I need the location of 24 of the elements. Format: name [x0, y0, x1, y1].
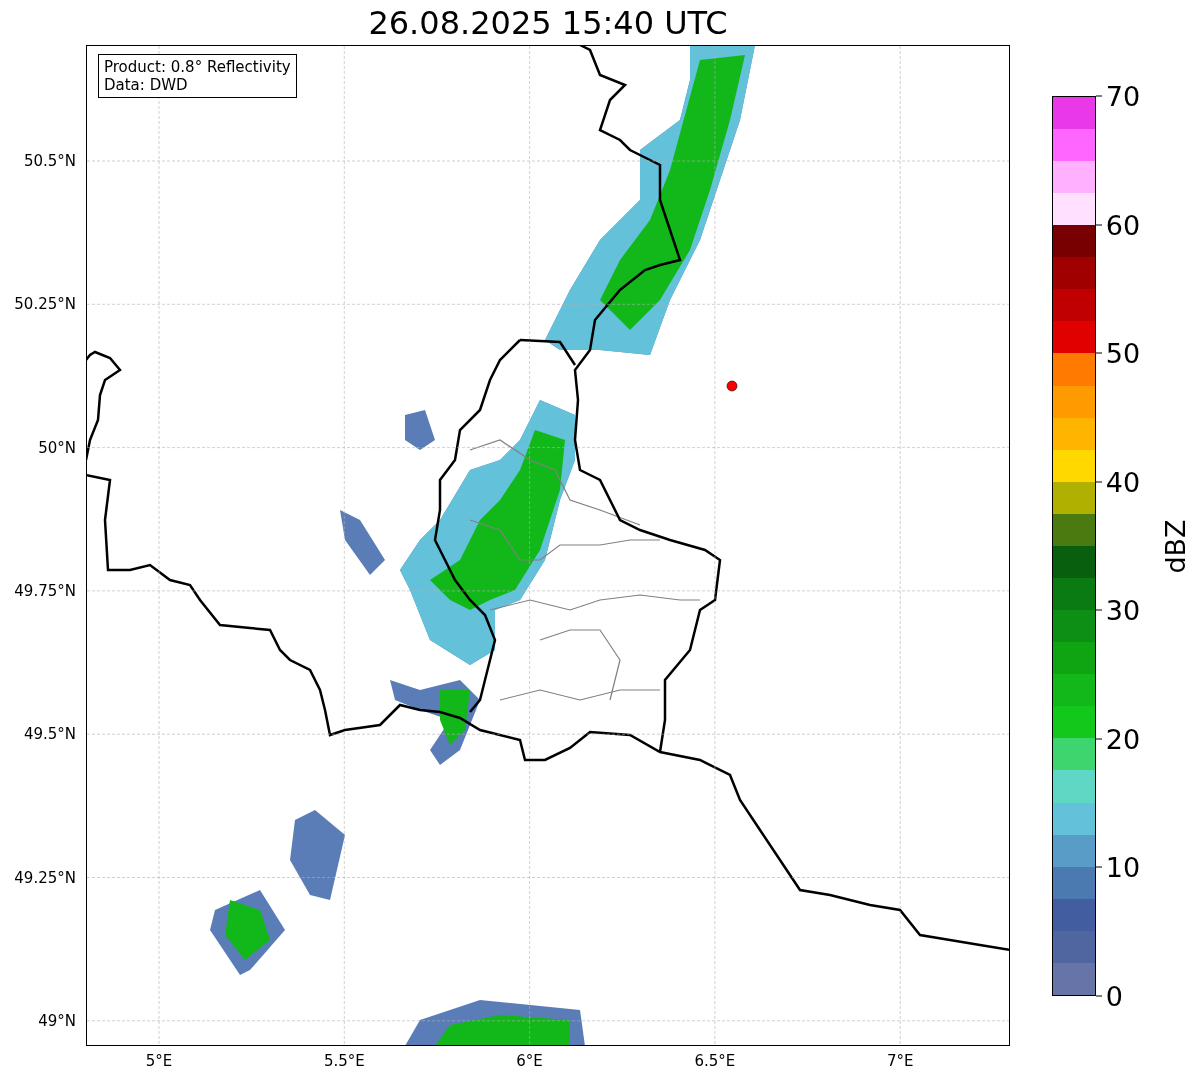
info-text: Product: 0.8° Reflectivity	[104, 58, 291, 76]
longitude-label: 6°E	[516, 1052, 543, 1070]
colorbar-tick-label: 10	[1105, 851, 1141, 883]
chart-title: 26.08.2025 15:40 UTC	[367, 2, 729, 44]
colorbar-tick-label: 60	[1105, 209, 1141, 241]
latitude-label: 49°N	[38, 1011, 76, 1030]
colorbar-label: dBZ	[1159, 518, 1191, 574]
info-text: Data: DWD	[104, 76, 189, 94]
colorbar-tick-label: 0	[1105, 980, 1123, 1012]
colorbar-tick-label: 70	[1105, 80, 1141, 112]
latitude-label: 49.75°N	[14, 581, 76, 600]
longitude-label: 7°E	[886, 1052, 914, 1070]
colorbar-tick-label: 30	[1105, 594, 1141, 626]
colorbar-tick-label: 40	[1105, 466, 1141, 498]
colorbar-tick-label: 50	[1105, 337, 1141, 369]
latitude-label: 50.25°N	[14, 295, 76, 314]
colorbar-tick-label: 20	[1105, 723, 1141, 755]
latitude-label: 49.5°N	[23, 725, 76, 744]
latitude-label: 49.25°N	[14, 868, 76, 887]
latitude-label: 50.5°N	[23, 152, 76, 170]
longitude-label: 5°E	[145, 1052, 173, 1070]
longitude-label: 5.5°E	[323, 1052, 365, 1070]
latitude-label: 50°N	[38, 438, 76, 457]
longitude-label: 6.5°E	[694, 1052, 736, 1070]
